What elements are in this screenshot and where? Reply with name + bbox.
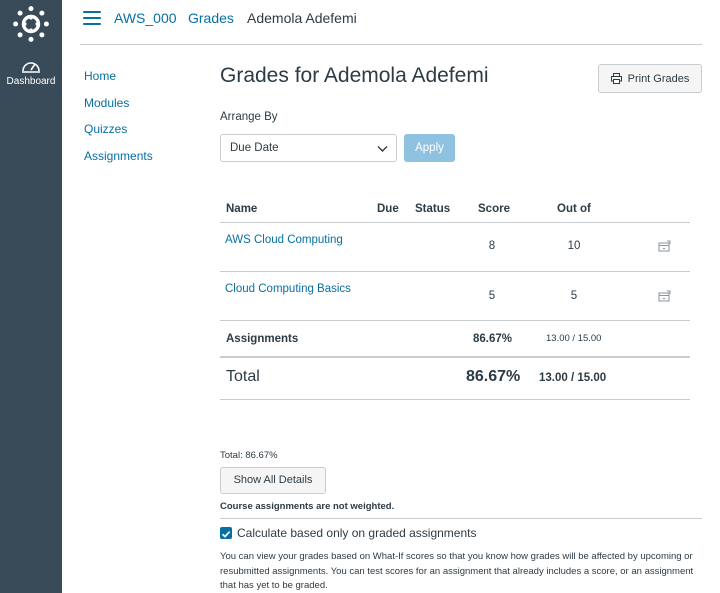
assignment-out-of: 10 [567, 240, 581, 252]
hamburger-menu-icon[interactable] [83, 11, 101, 27]
group-percent: 86.67% [473, 333, 513, 345]
canvas-logo-icon[interactable] [13, 6, 49, 42]
breadcrumb-grades[interactable]: Grades [188, 10, 234, 26]
course-nav-modules[interactable]: Modules [84, 95, 153, 122]
breadcrumb-student: Ademola Adefemi [247, 10, 357, 26]
total-label: Total [226, 368, 260, 385]
group-name: Assignments [226, 333, 299, 345]
print-grades-button[interactable]: Print Grades [598, 64, 702, 93]
group-points: 13.00 / 15.00 [546, 333, 602, 344]
printer-icon [610, 73, 622, 84]
show-all-details-button[interactable]: Show All Details [220, 467, 326, 494]
summary-total: Total: 86.67% [220, 450, 278, 461]
header: AWS_000 Grades Ademola Adefemi [80, 0, 702, 45]
dashboard-nav-item[interactable]: Dashboard [0, 58, 62, 87]
checkmark-icon [221, 531, 231, 538]
total-percent: 86.67% [466, 368, 521, 385]
row-divider [220, 320, 690, 321]
assignment-link[interactable]: Cloud Computing Basics [225, 283, 351, 295]
assignment-out-of: 5 [570, 290, 578, 302]
course-nav-quizzes[interactable]: Quizzes [84, 121, 153, 148]
breadcrumb-course[interactable]: AWS_000 [114, 10, 177, 26]
row-divider [220, 271, 690, 272]
assignment-score: 8 [488, 240, 496, 252]
dashboard-icon [22, 62, 40, 73]
arrange-by-select[interactable]: Due Date [220, 134, 397, 162]
arrange-by-label: Arrange By [220, 111, 278, 123]
weight-note: Course assignments are not weighted. [220, 501, 395, 512]
column-header-score[interactable]: Score [478, 203, 510, 215]
apply-button[interactable]: Apply [404, 134, 455, 162]
column-header-name[interactable]: Name [226, 203, 257, 215]
course-nav-home[interactable]: Home [84, 68, 153, 95]
print-grades-label: Print Grades [627, 72, 690, 85]
total-divider [220, 399, 690, 400]
whatif-description: You can view your grades based on What-I… [220, 551, 694, 591]
chevron-down-icon [377, 146, 388, 152]
column-header-out-of[interactable]: Out of [557, 203, 591, 215]
column-header-due[interactable]: Due [377, 203, 399, 215]
graded-only-checkbox[interactable] [220, 527, 232, 539]
dashboard-label: Dashboard [6, 76, 56, 87]
summary-divider [220, 518, 702, 519]
graded-only-label[interactable]: Calculate based only on graded assignmen… [237, 526, 476, 540]
arrange-by-value: Due Date [230, 142, 279, 154]
total-points: 13.00 / 15.00 [539, 372, 607, 384]
assignment-link[interactable]: AWS Cloud Computing [225, 234, 343, 246]
course-nav: Home Modules Quizzes Assignments [84, 68, 153, 175]
revert-score-icon[interactable] [658, 240, 671, 252]
revert-score-icon[interactable] [658, 290, 671, 302]
page-title: Grades for Ademola Adefemi [220, 64, 489, 87]
assignment-score: 5 [488, 290, 496, 302]
column-header-status[interactable]: Status [415, 203, 450, 215]
global-nav: Dashboard [0, 0, 62, 593]
course-nav-assignments[interactable]: Assignments [84, 148, 153, 175]
group-divider [220, 356, 690, 358]
header-divider [220, 222, 690, 223]
